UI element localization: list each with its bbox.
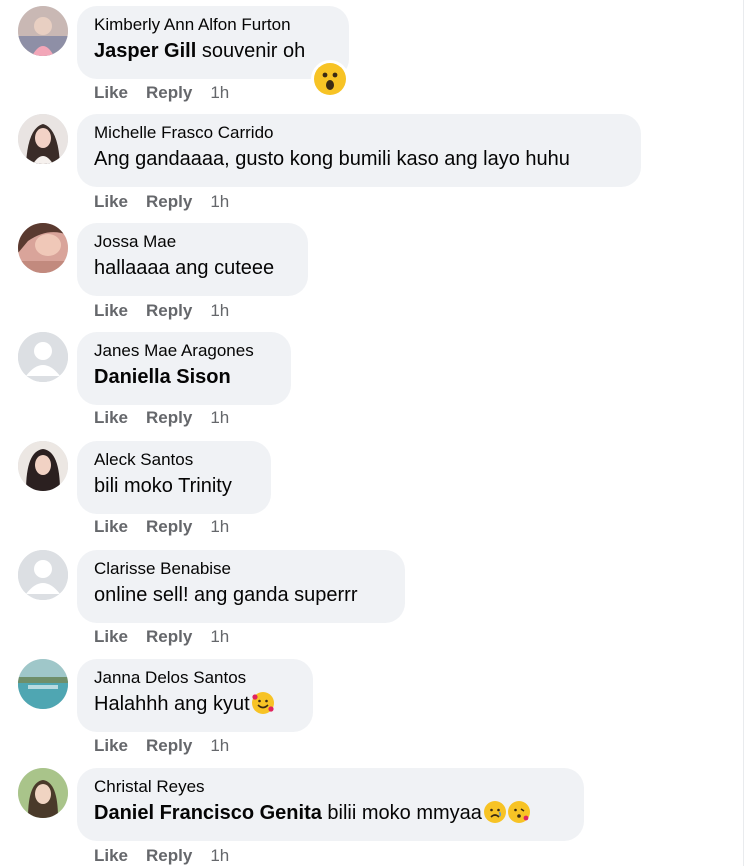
comment-author[interactable]: Janes Mae Aragones (94, 341, 273, 361)
comment-bubble: Janes Mae Aragones Daniella Sison (77, 332, 291, 405)
comment-bubble: Michelle Frasco Carrido Ang gandaaaa, gu… (77, 114, 641, 187)
avatar[interactable] (18, 768, 68, 818)
like-button[interactable]: Like (94, 627, 128, 647)
comment-text: bilii moko mmyaa (321, 802, 482, 824)
scrollbar[interactable] (743, 0, 750, 866)
sad-face-icon (483, 801, 506, 823)
comment-author[interactable]: Aleck Santos (94, 450, 253, 470)
comment-actions: Like Reply 1h (94, 736, 229, 756)
comment-actions: Like Reply 1h (94, 517, 229, 537)
comment-actions: Like Reply 1h (94, 192, 229, 212)
reply-button[interactable]: Reply (146, 408, 192, 428)
mention-link[interactable]: Jasper Gill (94, 40, 196, 62)
mention-link[interactable]: Daniella Sison (94, 366, 231, 388)
reply-button[interactable]: Reply (146, 301, 192, 321)
avatar[interactable] (18, 441, 68, 491)
reply-button[interactable]: Reply (146, 846, 192, 866)
avatar[interactable] (18, 550, 68, 600)
timestamp[interactable]: 1h (210, 83, 229, 103)
like-button[interactable]: Like (94, 517, 128, 537)
mention-link[interactable]: Daniel Francisco Genita (94, 802, 322, 824)
timestamp[interactable]: 1h (210, 517, 229, 537)
avatar[interactable] (18, 223, 68, 273)
avatar[interactable] (18, 114, 68, 164)
kissing-face-icon (507, 801, 530, 823)
timestamp[interactable]: 1h (210, 627, 229, 647)
comment-author[interactable]: Janna Delos Santos (94, 668, 295, 688)
comment-actions: Like Reply 1h (94, 846, 229, 866)
comment-bubble: Aleck Santos bili moko Trinity (77, 441, 271, 514)
comment-text: Halahhh ang kyut (94, 693, 250, 715)
comment-author[interactable]: Clarisse Benabise (94, 559, 387, 579)
like-button[interactable]: Like (94, 192, 128, 212)
timestamp[interactable]: 1h (210, 846, 229, 866)
like-button[interactable]: Like (94, 301, 128, 321)
timestamp[interactable]: 1h (210, 301, 229, 321)
avatar[interactable] (18, 332, 68, 382)
comment-bubble: Clarisse Benabise online sell! ang ganda… (77, 550, 405, 623)
comment-author[interactable]: Michelle Frasco Carrido (94, 123, 623, 143)
comment-author[interactable]: Christal Reyes (94, 777, 566, 797)
like-button[interactable]: Like (94, 408, 128, 428)
avatar[interactable] (18, 6, 68, 56)
comment-text: souvenir oh (196, 40, 306, 62)
comment-actions: Like Reply 1h (94, 83, 229, 103)
comment-text: hallaaaa ang cuteee (94, 257, 275, 279)
like-button[interactable]: Like (94, 83, 128, 103)
reply-button[interactable]: Reply (146, 736, 192, 756)
comment-actions: Like Reply 1h (94, 408, 229, 428)
comment-bubble: Janna Delos Santos Halahhh ang kyut (77, 659, 313, 732)
comment-text: online sell! ang ganda superrr (94, 584, 358, 606)
avatar[interactable] (18, 659, 68, 709)
comment-actions: Like Reply 1h (94, 301, 229, 321)
timestamp[interactable]: 1h (210, 408, 229, 428)
reply-button[interactable]: Reply (146, 83, 192, 103)
reply-button[interactable]: Reply (146, 192, 192, 212)
like-button[interactable]: Like (94, 736, 128, 756)
comment-bubble: Christal Reyes Daniel Francisco Genita b… (77, 768, 584, 841)
comment-author[interactable]: Kimberly Ann Alfon Furton (94, 15, 331, 35)
like-button[interactable]: Like (94, 846, 128, 866)
reply-button[interactable]: Reply (146, 627, 192, 647)
comment-actions: Like Reply 1h (94, 627, 229, 647)
reply-button[interactable]: Reply (146, 517, 192, 537)
comment-text: bili moko Trinity (94, 475, 232, 497)
timestamp[interactable]: 1h (210, 736, 229, 756)
surprised-face-icon (314, 63, 346, 95)
comment-author[interactable]: Jossa Mae (94, 232, 290, 252)
timestamp[interactable]: 1h (210, 192, 229, 212)
comment-text: Ang gandaaaa, gusto kong bumili kaso ang… (94, 148, 570, 170)
smiling-face-with-hearts-icon (251, 692, 274, 714)
comment-bubble: Jossa Mae hallaaaa ang cuteee (77, 223, 308, 296)
comment-bubble: Kimberly Ann Alfon Furton Jasper Gill so… (77, 6, 349, 79)
